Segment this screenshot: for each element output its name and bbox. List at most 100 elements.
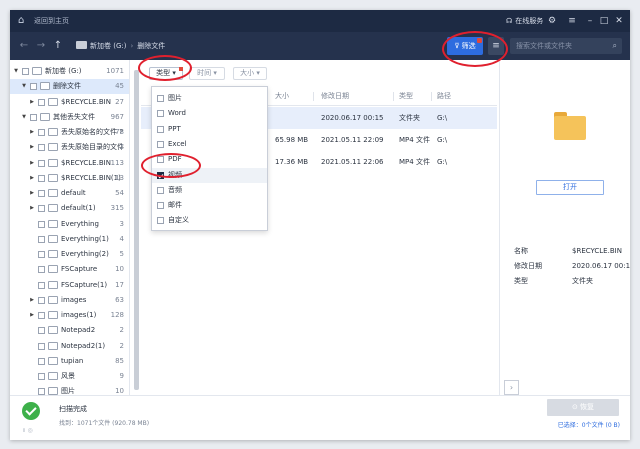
checkbox[interactable] bbox=[157, 186, 164, 194]
collapsed-arrow-icon[interactable]: ▶ bbox=[28, 308, 36, 323]
tree-item[interactable]: ▶ images 63 bbox=[10, 293, 129, 308]
tree-item[interactable]: ▶ 丢失原始名的文件 ? 78 bbox=[10, 125, 129, 140]
type-option[interactable]: 音频 bbox=[152, 183, 267, 198]
breadcrumb-drive[interactable]: 新加卷 (G:) bbox=[90, 42, 126, 50]
checkbox[interactable] bbox=[157, 140, 164, 148]
tree-checkbox[interactable] bbox=[30, 83, 37, 91]
expanded-arrow-icon[interactable]: ▼ bbox=[12, 64, 20, 79]
menu-icon[interactable]: ≡ bbox=[566, 15, 578, 27]
tree-item[interactable]: ▶ images(1) 128 bbox=[10, 308, 129, 323]
type-option[interactable]: Excel bbox=[152, 137, 267, 152]
tree-checkbox[interactable] bbox=[38, 327, 45, 335]
column-size[interactable]: 大小 bbox=[275, 87, 289, 106]
collapsed-arrow-icon[interactable]: ▶ bbox=[28, 186, 36, 201]
tree-scrollbar[interactable] bbox=[134, 70, 139, 390]
expanded-arrow-icon[interactable]: ▼ bbox=[20, 110, 28, 125]
tree-item[interactable]: Notepad2 2 bbox=[10, 323, 129, 338]
preview-next-button[interactable]: › bbox=[504, 380, 519, 395]
tree-item[interactable]: ▶ 丢失原始目录的文件 2 bbox=[10, 140, 129, 155]
tree-checkbox[interactable] bbox=[38, 296, 45, 304]
type-option[interactable]: 视频 bbox=[152, 167, 267, 183]
search-input[interactable] bbox=[510, 38, 604, 54]
maximize-icon[interactable]: □ bbox=[598, 15, 610, 27]
checkbox[interactable] bbox=[157, 156, 164, 164]
tree-checkbox[interactable] bbox=[38, 235, 45, 243]
checked-checkbox[interactable] bbox=[157, 171, 164, 179]
tree-checkbox[interactable] bbox=[38, 98, 45, 106]
tree-checkbox[interactable] bbox=[38, 266, 45, 274]
close-icon[interactable]: ✕ bbox=[613, 15, 625, 27]
checkbox[interactable] bbox=[157, 125, 164, 133]
tree-item[interactable]: 图片 10 bbox=[10, 384, 129, 395]
tree-item[interactable]: Everything(2) 5 bbox=[10, 247, 129, 262]
tree-checkbox[interactable] bbox=[38, 190, 45, 197]
tree-checkbox[interactable] bbox=[38, 388, 45, 395]
tree-checkbox[interactable] bbox=[30, 113, 37, 121]
tree-item[interactable]: Notepad2(1) 2 bbox=[10, 339, 129, 354]
collapsed-arrow-icon[interactable]: ▶ bbox=[28, 201, 36, 216]
tree-item[interactable]: 风景 9 bbox=[10, 369, 129, 384]
checkbox[interactable] bbox=[157, 95, 164, 102]
tree-checkbox[interactable] bbox=[38, 312, 45, 319]
tree-item[interactable]: FSCapture 10 bbox=[10, 262, 129, 277]
tree-checkbox[interactable] bbox=[38, 144, 45, 152]
tree-item[interactable]: ▼ 其他丢失文件 967 bbox=[10, 110, 129, 125]
type-option[interactable]: PDF bbox=[152, 152, 267, 167]
tree-checkbox[interactable] bbox=[38, 342, 45, 350]
tree-item[interactable]: tupian 85 bbox=[10, 354, 129, 369]
breadcrumb-folder[interactable]: 删除文件 bbox=[137, 42, 165, 50]
tree-item[interactable]: Everything 3 bbox=[10, 217, 129, 232]
collapsed-arrow-icon[interactable]: ▶ bbox=[28, 293, 36, 308]
type-option[interactable]: 图片 bbox=[152, 91, 267, 106]
search-icon[interactable]: ⌕ bbox=[613, 40, 617, 52]
view-menu-button[interactable]: ≡ bbox=[488, 37, 504, 55]
collapsed-arrow-icon[interactable]: ▶ bbox=[28, 95, 36, 110]
minimize-icon[interactable]: – bbox=[584, 15, 596, 27]
type-filter-dropdown[interactable]: 类型 ▾ bbox=[149, 67, 183, 80]
type-option[interactable]: Word bbox=[152, 106, 267, 121]
tree-item[interactable]: Everything(1) 4 bbox=[10, 232, 129, 247]
tree-item[interactable]: ▶ default 54 bbox=[10, 186, 129, 201]
recover-button[interactable]: ⊙ 恢复 bbox=[547, 399, 619, 416]
tree-checkbox[interactable] bbox=[38, 205, 45, 213]
column-date[interactable]: 修改日期 bbox=[321, 87, 349, 106]
gear-icon[interactable]: ⚙ bbox=[546, 15, 558, 27]
forward-arrow-icon[interactable]: → bbox=[35, 40, 47, 52]
tree-item[interactable]: ▶ $RECYCLE.BIN 27 bbox=[10, 95, 129, 110]
tree-item[interactable]: FSCapture(1) 17 bbox=[10, 278, 129, 293]
tree-checkbox[interactable] bbox=[38, 373, 45, 380]
collapsed-arrow-icon[interactable]: ▶ bbox=[28, 171, 36, 186]
pause-stop-icons[interactable]: ॥ ◎ bbox=[22, 426, 33, 434]
checkbox[interactable] bbox=[157, 217, 164, 225]
back-arrow-icon[interactable]: ← bbox=[18, 40, 30, 52]
type-option[interactable]: 邮件 bbox=[152, 198, 267, 213]
tree-item[interactable]: ▼ 删除文件 45 bbox=[10, 79, 129, 95]
type-option[interactable]: PPT bbox=[152, 122, 267, 137]
tree-item[interactable]: ▶ $RECYCLE.BIN 113 bbox=[10, 156, 129, 171]
home-icon[interactable]: ⌂ bbox=[18, 15, 30, 27]
online-service-button[interactable]: ☊ 在线服务 bbox=[506, 16, 543, 26]
up-arrow-icon[interactable]: ↑ bbox=[52, 40, 64, 52]
tree-checkbox[interactable] bbox=[38, 220, 45, 228]
time-filter-dropdown[interactable]: 时间 ▾ bbox=[189, 67, 225, 80]
collapsed-arrow-icon[interactable]: ▶ bbox=[28, 125, 36, 140]
tree-checkbox[interactable] bbox=[38, 357, 45, 365]
tree-checkbox[interactable] bbox=[38, 251, 45, 258]
collapsed-arrow-icon[interactable]: ▶ bbox=[28, 140, 36, 155]
tree-checkbox[interactable] bbox=[38, 159, 45, 167]
column-path[interactable]: 路径 bbox=[437, 87, 451, 106]
filter-button[interactable]: ⊽ 筛选 bbox=[447, 37, 483, 55]
tree-checkbox[interactable] bbox=[38, 129, 45, 136]
tree-checkbox[interactable] bbox=[38, 281, 45, 289]
back-to-home-link[interactable]: 返回到主页 bbox=[34, 16, 69, 26]
tree-item[interactable]: ▶ $RECYCLE.BIN(1) 13 bbox=[10, 171, 129, 186]
size-filter-dropdown[interactable]: 大小 ▾ bbox=[233, 67, 267, 80]
open-button[interactable]: 打开 bbox=[536, 180, 604, 195]
type-option[interactable]: 自定义 bbox=[152, 213, 267, 228]
tree-checkbox[interactable] bbox=[22, 68, 29, 75]
checkbox[interactable] bbox=[157, 110, 164, 118]
checkbox[interactable] bbox=[157, 202, 164, 210]
tree-checkbox[interactable] bbox=[38, 174, 45, 182]
tree-item[interactable]: ▼ 新加卷 (G:) 1071 bbox=[10, 64, 129, 79]
expanded-arrow-icon[interactable]: ▼ bbox=[20, 79, 28, 94]
